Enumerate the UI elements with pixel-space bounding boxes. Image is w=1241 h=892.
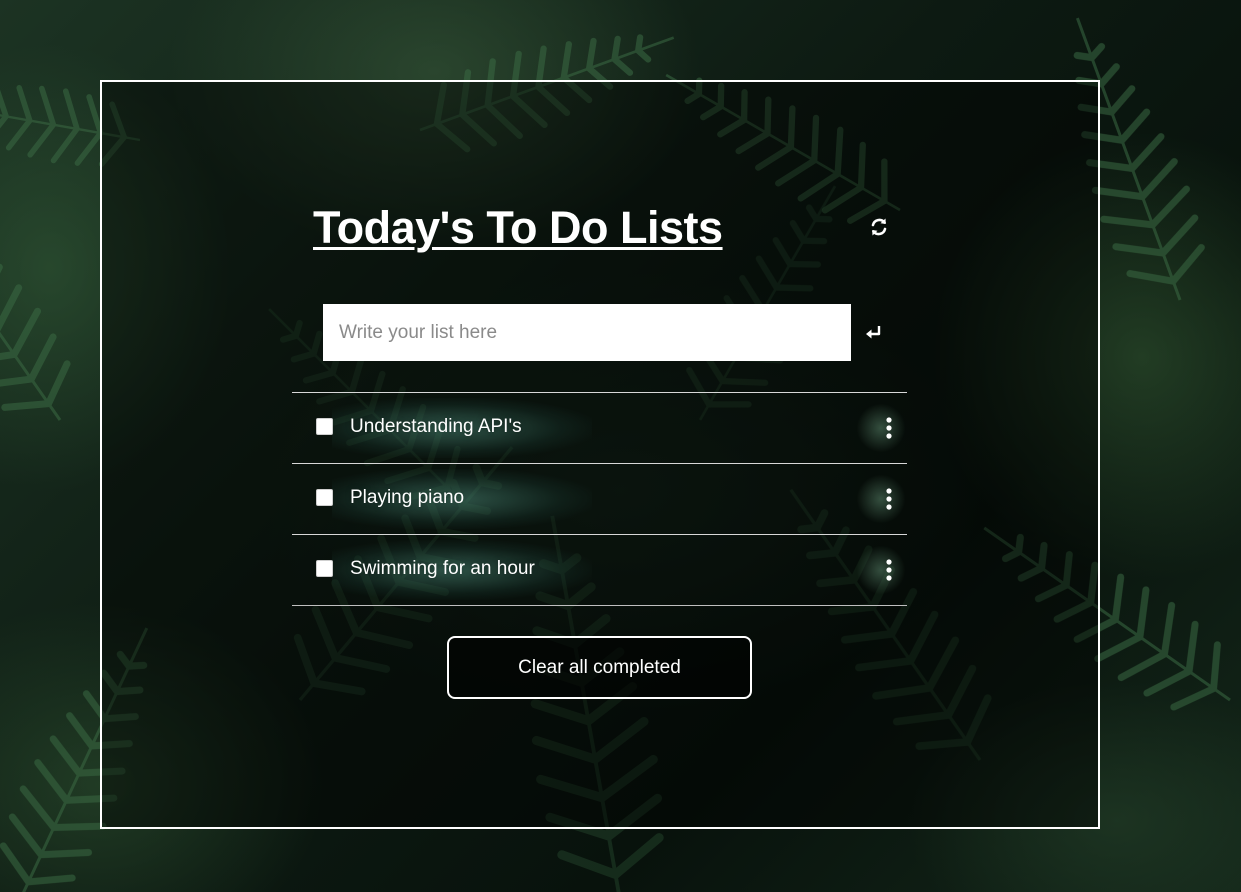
todo-checkbox[interactable]: [316, 560, 333, 577]
clear-completed-button[interactable]: Clear all completed: [447, 636, 752, 699]
kebab-icon[interactable]: [885, 417, 893, 439]
todo-item: Understanding API's: [292, 393, 907, 464]
todo-list: Understanding API's Playing piano Swimmi…: [292, 392, 907, 606]
todo-panel: Today's To Do Lists Understanding API's: [100, 80, 1100, 829]
kebab-icon[interactable]: [885, 488, 893, 510]
todo-item: Swimming for an hour: [292, 535, 907, 606]
kebab-icon[interactable]: [885, 559, 893, 581]
todo-label: Understanding API's: [350, 416, 522, 437]
todo-checkbox[interactable]: [316, 418, 333, 435]
todo-label: Swimming for an hour: [350, 558, 535, 579]
enter-icon[interactable]: [864, 323, 884, 343]
todo-label: Playing piano: [350, 487, 465, 508]
refresh-icon[interactable]: [868, 216, 890, 238]
todo-item: Playing piano: [292, 464, 907, 535]
todo-input[interactable]: [323, 304, 851, 361]
todo-checkbox[interactable]: [316, 489, 333, 506]
page-title: Today's To Do Lists: [313, 202, 723, 253]
